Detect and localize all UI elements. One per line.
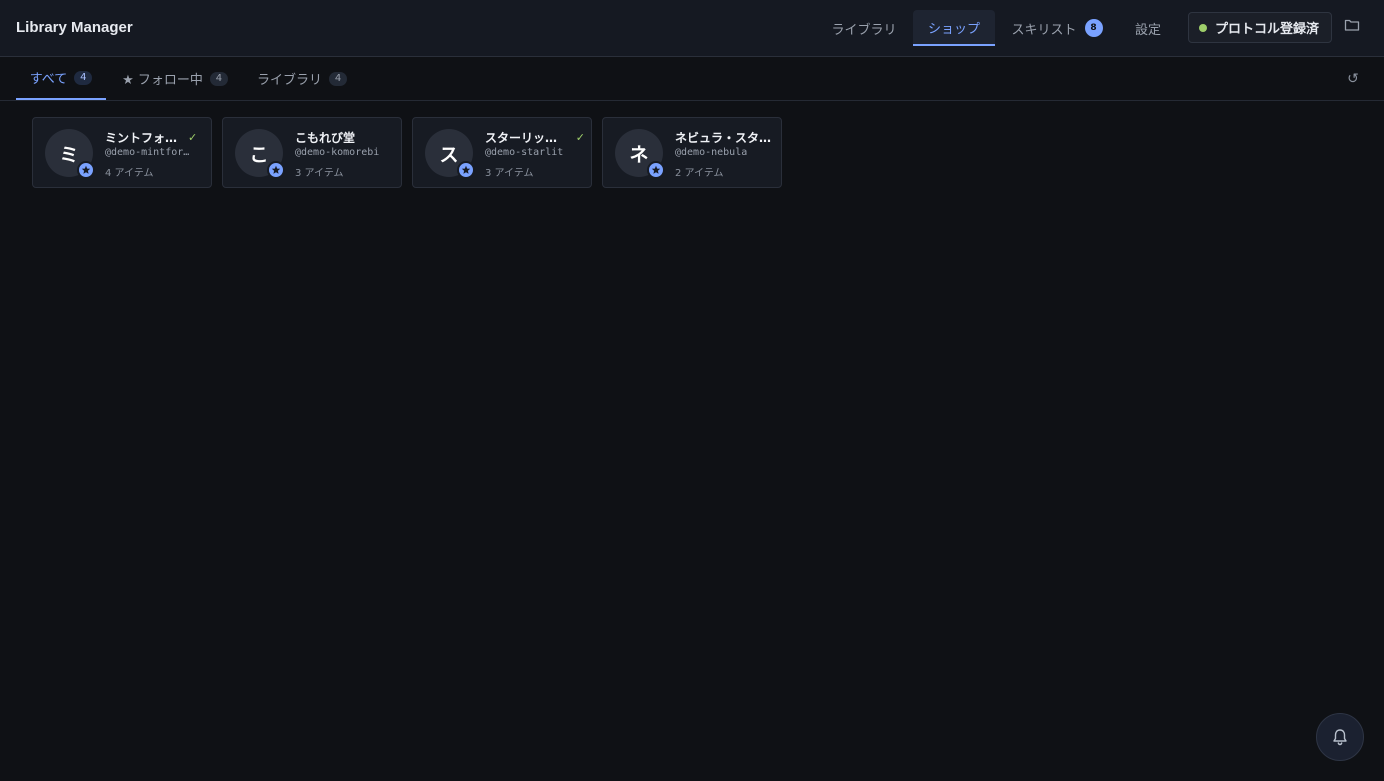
shop-name: ネビュラ・スタジオ	[675, 131, 775, 145]
shop-name-row: スターリット… ✓	[485, 129, 585, 146]
star-icon	[461, 165, 471, 174]
refresh-icon[interactable]: ↺	[1345, 71, 1361, 87]
shop-name: ミントフォージ	[105, 131, 181, 145]
status-dot	[1199, 23, 1207, 32]
shop-item-count: 2 アイテム	[675, 168, 724, 179]
top-bar: Library Manager ライブラリ ショップ スキリスト 8 設定 プロ…	[0, 0, 1384, 57]
skilist-count-badge: 8	[1084, 19, 1103, 37]
star-badge-icon	[647, 161, 665, 179]
verified-icon: ✓	[188, 131, 198, 144]
tab-shop[interactable]: ショップ	[913, 10, 995, 46]
star-badge-icon	[77, 161, 95, 179]
tab-library[interactable]: ライブラリ	[818, 10, 910, 46]
shop-card-starlit[interactable]: ス スターリット… ✓ @demo-starlit 3 アイテム	[412, 117, 592, 188]
shop-card-nebula[interactable]: ネ ネビュラ・スタジオ @demo-nebula 2 アイテム	[602, 117, 782, 188]
app-title: Library Manager	[16, 19, 133, 36]
star-badge-icon	[267, 161, 285, 179]
protocol-status-label: プロトコル登録済	[1215, 22, 1320, 37]
shop-card-mintforge[interactable]: ミ ミントフォージ ✓ @demo-mintfor… 4 アイテム	[32, 117, 212, 188]
shop-item-count: 3 アイテム	[485, 168, 534, 179]
tab-shop-label: ショップ	[927, 21, 980, 37]
shop-handle: @demo-nebula	[675, 147, 748, 158]
tab-skilist[interactable]: スキリスト 8	[1001, 10, 1113, 46]
folder-icon[interactable]	[1344, 17, 1362, 35]
shop-item-count: 4 アイテム	[105, 168, 154, 179]
tab-settings[interactable]: 設定	[1120, 10, 1176, 46]
filter-tab-following[interactable]: ★ フォロー中 4	[112, 57, 238, 100]
filter-tab-library-label: ライブラリ	[256, 73, 322, 88]
filter-tab-following-count: 4	[209, 71, 228, 86]
filter-tabs: すべて 4 ★ フォロー中 4 ライブラリ 4 ↺	[0, 57, 1384, 101]
notifications-button[interactable]	[1316, 713, 1364, 761]
shop-name-row: こもれび堂	[295, 129, 395, 146]
shop-handle: @demo-komorebi	[295, 147, 380, 158]
star-icon	[651, 165, 661, 174]
filter-tab-all-count: 4	[74, 70, 93, 85]
filter-tab-library-count: 4	[329, 71, 347, 86]
shop-name: スターリット…	[485, 131, 561, 145]
bell-icon	[1333, 729, 1347, 746]
shop-name-row: ネビュラ・スタジオ	[675, 129, 775, 146]
tab-settings-label: 設定	[1134, 22, 1161, 38]
shop-name-row: ミントフォージ ✓	[105, 129, 205, 146]
shop-name: こもれび堂	[295, 131, 356, 145]
filter-tab-library[interactable]: ライブラリ 4	[248, 57, 356, 100]
shop-card-komorebi[interactable]: こ こもれび堂 @demo-komorebi 3 アイテム	[222, 117, 402, 188]
filter-tab-following-label: ★ フォロー中	[122, 73, 203, 88]
star-icon	[81, 165, 91, 174]
star-badge-icon	[457, 161, 475, 179]
filter-tab-all-label: すべて	[29, 72, 68, 87]
filter-tab-all[interactable]: すべて 4	[16, 57, 106, 100]
shop-handle: @demo-mintfor…	[105, 147, 190, 158]
tab-skilist-label: スキリスト	[1011, 22, 1077, 38]
tab-library-label: ライブラリ	[831, 22, 897, 38]
shop-item-count: 3 アイテム	[295, 168, 344, 179]
folder-icon-graphic	[1344, 19, 1360, 31]
star-icon	[271, 165, 281, 174]
protocol-status-button[interactable]: プロトコル登録済	[1188, 12, 1332, 43]
shop-handle: @demo-starlit	[485, 147, 564, 158]
verified-icon: ✓	[575, 131, 585, 144]
